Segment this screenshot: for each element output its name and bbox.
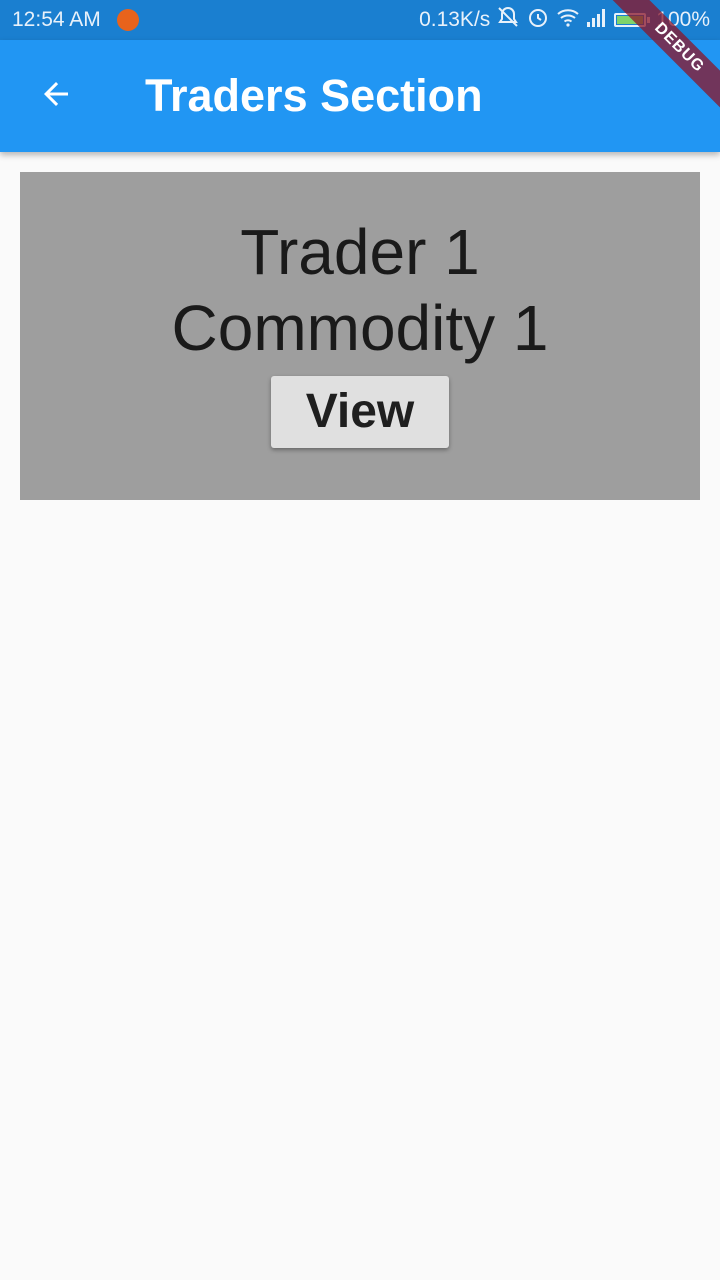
network-speed: 0.13K/s <box>419 8 491 31</box>
wifi-icon <box>556 5 580 35</box>
signal-icon <box>586 6 608 34</box>
mute-icon <box>496 5 520 35</box>
status-time: 12:54 AM <box>12 8 101 31</box>
trader-card: Trader 1 Commodity 1 View <box>20 172 700 500</box>
view-button[interactable]: View <box>271 376 449 448</box>
arrow-left-icon <box>38 76 74 117</box>
alarm-icon <box>526 5 550 35</box>
page-title: Traders Section <box>145 70 483 121</box>
commodity-name: Commodity 1 <box>171 292 549 364</box>
app-notification-icon <box>117 9 139 31</box>
app-bar: Traders Section <box>0 40 720 152</box>
back-button[interactable] <box>20 60 92 132</box>
status-bar: 12:54 AM 0.13K/s 100% <box>0 0 720 40</box>
trader-name: Trader 1 <box>240 216 480 288</box>
